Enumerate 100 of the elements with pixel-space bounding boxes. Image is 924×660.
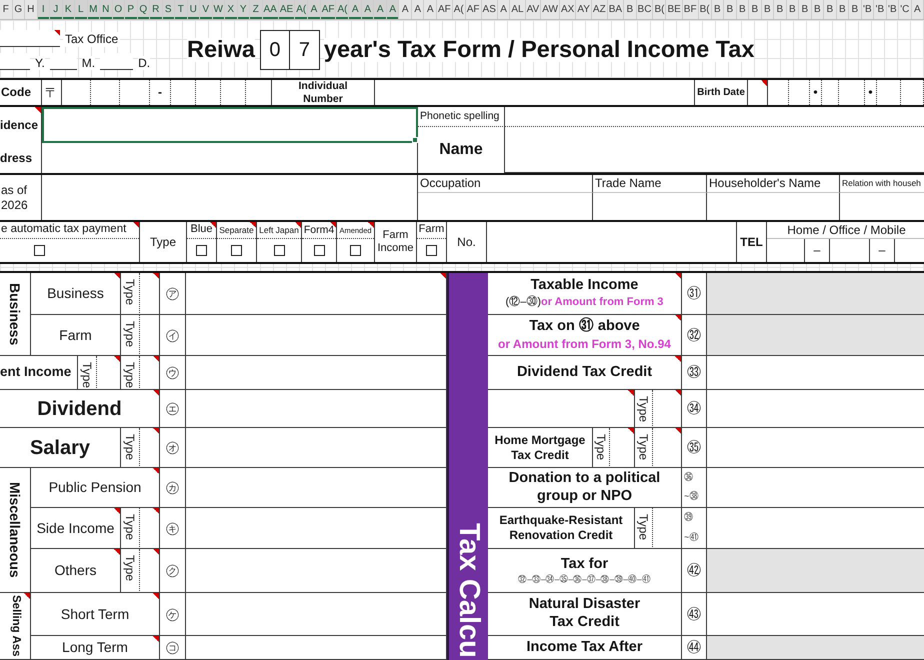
column-header[interactable]: AF [320, 0, 336, 19]
row-label: Long Term [62, 639, 128, 656]
type-field[interactable] [140, 356, 160, 390]
column-header[interactable]: BE [666, 0, 683, 19]
column-header[interactable]: B [762, 0, 774, 19]
column-header[interactable]: A [912, 0, 924, 19]
column-header[interactable]: J [50, 0, 62, 19]
type-field[interactable] [653, 508, 682, 549]
column-header[interactable]: U [188, 0, 200, 19]
column-header[interactable]: O [112, 0, 125, 19]
column-header[interactable]: AY [576, 0, 592, 19]
type-field[interactable] [140, 428, 160, 468]
column-header[interactable]: AF [436, 0, 453, 19]
column-header[interactable]: 'C [899, 0, 912, 19]
reference-mark: ㉟ [687, 439, 701, 456]
column-header[interactable]: B [836, 0, 850, 19]
column-header[interactable]: B [749, 0, 762, 19]
column-header[interactable]: A [308, 0, 321, 19]
column-header[interactable]: A [399, 0, 412, 19]
amount-field[interactable] [707, 273, 924, 315]
column-header[interactable]: AF [466, 0, 482, 19]
column-header[interactable]: B [786, 0, 800, 19]
column-header[interactable]: Y [238, 0, 250, 19]
column-header[interactable]: AL [510, 0, 526, 19]
column-header[interactable]: G [12, 0, 25, 19]
column-header[interactable]: B [799, 0, 812, 19]
column-header[interactable]: S [162, 0, 175, 19]
column-header[interactable]: A [498, 0, 510, 19]
column-header[interactable]: B [624, 0, 637, 19]
amount-field[interactable] [707, 549, 924, 593]
checkbox[interactable] [34, 245, 45, 256]
column-header[interactable]: A [374, 0, 387, 19]
checkbox[interactable] [350, 245, 361, 256]
column-header[interactable]: F [0, 0, 12, 19]
type-field[interactable] [140, 549, 160, 593]
column-header[interactable]: A [412, 0, 424, 19]
column-header[interactable]: A [386, 0, 400, 19]
column-header[interactable]: BF [682, 0, 699, 19]
column-header[interactable]: A( [336, 0, 350, 19]
column-header[interactable]: AX [560, 0, 576, 19]
checkbox[interactable] [274, 245, 284, 256]
column-header[interactable]: A [362, 0, 374, 19]
type-field[interactable] [140, 315, 160, 356]
column-header[interactable]: L [75, 0, 88, 19]
checkbox[interactable] [426, 245, 437, 256]
type-field[interactable] [97, 356, 121, 390]
column-header[interactable]: 'B [886, 0, 900, 19]
reference-mark: ㊷ [687, 562, 701, 579]
column-header[interactable]: B( [698, 0, 712, 19]
type-field[interactable] [140, 273, 160, 315]
column-header[interactable]: N [100, 0, 112, 19]
column-header[interactable]: R [150, 0, 162, 19]
column-header[interactable]: AA [262, 0, 279, 19]
column-header[interactable]: B [849, 0, 862, 19]
column-header[interactable]: A [424, 0, 437, 19]
reference-mark: ㋔ [166, 439, 180, 456]
type-field[interactable] [653, 390, 682, 428]
column-header[interactable]: X [225, 0, 238, 19]
column-header[interactable]: B( [653, 0, 666, 19]
column-header[interactable]: Z [250, 0, 262, 19]
column-header[interactable]: I [38, 0, 50, 19]
type-field[interactable] [140, 508, 160, 549]
checkbox[interactable] [196, 245, 207, 256]
postal-mark: 〒 [45, 84, 58, 100]
column-header[interactable]: B [712, 0, 724, 19]
column-header[interactable]: M [88, 0, 100, 19]
field-label: Home / Office / Mobile [786, 222, 906, 238]
amount-field[interactable] [707, 315, 924, 356]
input-field[interactable] [488, 390, 635, 428]
column-header[interactable]: AZ [592, 0, 608, 19]
column-header[interactable]: AS [482, 0, 498, 19]
column-header[interactable]: B [824, 0, 837, 19]
column-header[interactable]: 'B [862, 0, 874, 19]
column-header[interactable]: B [736, 0, 750, 19]
column-header[interactable]: AV [526, 0, 542, 19]
column-header[interactable]: A( [295, 0, 308, 19]
column-header[interactable]: K [62, 0, 75, 19]
column-header[interactable]: V [200, 0, 212, 19]
checkbox[interactable] [314, 245, 324, 256]
type-field[interactable] [610, 428, 635, 468]
checkbox[interactable] [231, 245, 242, 256]
column-header[interactable]: B [774, 0, 787, 19]
column-header[interactable]: AE [278, 0, 296, 19]
column-header[interactable]: AW [541, 0, 560, 19]
input-field[interactable] [42, 107, 418, 143]
field-label: Farm Income [376, 228, 415, 256]
column-header[interactable]: A [349, 0, 362, 19]
column-header[interactable]: B [812, 0, 824, 19]
column-header[interactable]: Q [138, 0, 150, 19]
column-header[interactable]: BA [608, 0, 624, 19]
column-header[interactable]: A( [452, 0, 466, 19]
column-header[interactable]: BC [636, 0, 654, 19]
column-header[interactable]: W [212, 0, 225, 19]
column-header[interactable]: P [125, 0, 138, 19]
column-header[interactable]: B [724, 0, 737, 19]
amount-field[interactable] [707, 636, 924, 660]
type-field[interactable] [653, 428, 682, 468]
column-header[interactable]: T [175, 0, 188, 19]
amount-field[interactable] [186, 636, 447, 660]
column-header[interactable]: 'B [874, 0, 887, 19]
